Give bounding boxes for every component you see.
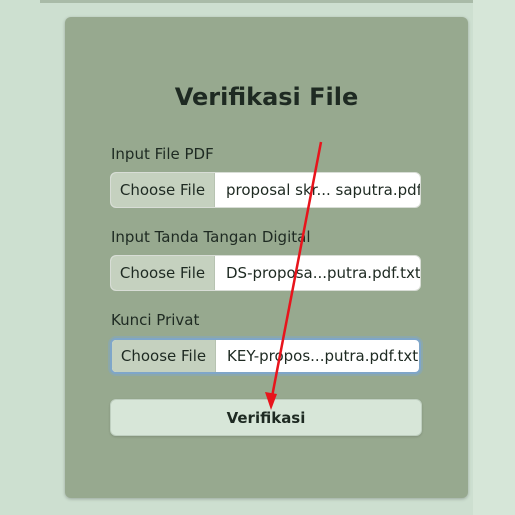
private-key-choose-file-button[interactable]: Choose File: [112, 340, 216, 372]
signature-file-input[interactable]: Choose File DS-proposa...putra.pdf.txt: [110, 255, 421, 291]
pdf-file-label: Input File PDF: [111, 145, 214, 163]
pdf-choose-file-button[interactable]: Choose File: [111, 173, 215, 207]
signature-file-label: Input Tanda Tangan Digital: [111, 228, 311, 246]
verification-card: Verifikasi File Input File PDF Choose Fi…: [65, 17, 468, 498]
private-key-file-name: KEY-propos...putra.pdf.txt: [227, 347, 419, 365]
left-background: [0, 0, 40, 515]
signature-file-name: DS-proposa...putra.pdf.txt: [226, 264, 420, 282]
pdf-file-input[interactable]: Choose File proposal skr... saputra.pdf: [110, 172, 421, 208]
verify-button[interactable]: Verifikasi: [110, 399, 422, 436]
top-divider: [40, 0, 473, 3]
private-key-label: Kunci Privat: [111, 311, 200, 329]
private-key-file-input[interactable]: Choose File KEY-propos...putra.pdf.txt: [110, 338, 421, 374]
page-title: Verifikasi File: [174, 83, 359, 111]
signature-choose-file-button[interactable]: Choose File: [111, 256, 215, 290]
pdf-file-name: proposal skr... saputra.pdf: [226, 181, 420, 199]
right-background: [473, 0, 515, 515]
